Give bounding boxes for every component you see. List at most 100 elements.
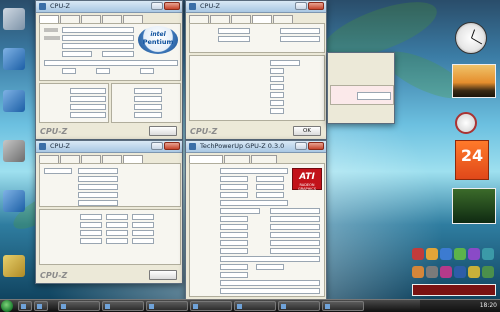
cpuz-logo: CPU-Z <box>40 127 68 136</box>
name-field <box>62 27 134 33</box>
internet-explorer-icon[interactable] <box>3 90 25 112</box>
timing-cell <box>132 214 154 220</box>
title-bar[interactable]: CPU-Z <box>186 1 326 13</box>
app-icon[interactable] <box>440 248 452 260</box>
close-button[interactable] <box>164 2 180 10</box>
taskbar-button[interactable] <box>102 301 144 311</box>
taskbar-button[interactable] <box>58 301 100 311</box>
ati-logo: ATI RADEON GRAPHICS <box>292 168 322 191</box>
action-button[interactable] <box>357 92 391 100</box>
app-icon[interactable] <box>468 248 480 260</box>
timing-cell <box>132 238 154 244</box>
clocks-panel <box>39 83 109 123</box>
close-button[interactable] <box>308 142 324 150</box>
stepping-field <box>140 68 154 74</box>
cpuz-cpu-window[interactable]: CPU-Z intel Pentium CPU-Z <box>35 0 183 140</box>
recycle-bin-icon[interactable] <box>3 48 25 70</box>
dc-mode-field <box>280 36 320 42</box>
background-window[interactable] <box>327 52 395 124</box>
app-icon[interactable] <box>426 266 438 278</box>
subvendor-field <box>270 208 320 214</box>
app-icon[interactable] <box>482 248 494 260</box>
timing-field <box>270 76 284 82</box>
revision-field <box>256 176 284 182</box>
timing-cell <box>132 222 154 228</box>
taskbar-button[interactable] <box>146 301 188 311</box>
directx-field <box>270 224 320 230</box>
cpu-meter-gadget[interactable] <box>455 112 477 134</box>
gpuz-window[interactable]: TechPowerUp GPU-Z 0.3.0 ATI RADEON GRAPH… <box>185 140 327 300</box>
taskbar-button[interactable] <box>34 301 48 311</box>
gpuz-icon <box>189 143 196 150</box>
app-icon[interactable] <box>412 266 424 278</box>
general-panel <box>189 23 325 53</box>
max-bandwidth-field <box>78 184 118 190</box>
computing-field <box>220 288 320 294</box>
title-bar[interactable]: CPU-Z <box>36 141 182 153</box>
technology-field <box>62 51 92 57</box>
calendar-gadget[interactable]: 24 <box>455 140 489 180</box>
app-icon <box>281 304 286 309</box>
title-bar[interactable]: CPU-Z <box>36 1 182 13</box>
minimize-button[interactable] <box>295 2 307 10</box>
folder-icon[interactable] <box>3 255 25 277</box>
clock-gadget[interactable] <box>455 22 487 54</box>
close-button[interactable] <box>164 142 180 150</box>
cpuz-spd-window[interactable]: CPU-Z CPU-Z <box>35 140 183 284</box>
window-title: CPU-Z <box>50 142 71 150</box>
clock-time[interactable]: 18:20 <box>480 302 497 309</box>
close-button[interactable] <box>308 2 324 10</box>
field-label <box>44 36 60 40</box>
app-icon[interactable] <box>468 266 480 278</box>
window-title: CPU-Z <box>50 2 71 10</box>
app-icon[interactable] <box>440 266 452 278</box>
control-panel-icon[interactable] <box>3 190 25 212</box>
app-icon[interactable] <box>454 266 466 278</box>
device-id-field <box>220 208 260 214</box>
minimize-button[interactable] <box>295 142 307 150</box>
timing-cell <box>80 222 102 228</box>
taskbar: 18:20 <box>0 299 500 312</box>
minute-hand <box>471 37 483 45</box>
computer-icon[interactable] <box>3 8 25 30</box>
timing-cell <box>106 222 128 228</box>
ok-button[interactable] <box>149 126 177 136</box>
processor-panel: intel Pentium <box>39 23 181 81</box>
status-panel[interactable] <box>412 284 496 296</box>
network-icon[interactable] <box>3 140 25 162</box>
type-field <box>218 28 250 34</box>
taskbar-button[interactable] <box>190 301 232 311</box>
ok-button[interactable] <box>149 270 177 280</box>
cpuz-memory-window[interactable]: CPU-Z CPU-Z OK <box>185 0 327 140</box>
taskbar-button[interactable] <box>278 301 320 311</box>
weather-gadget[interactable] <box>452 188 496 224</box>
minimize-button[interactable] <box>151 142 163 150</box>
slot-select[interactable] <box>44 168 72 174</box>
app-icon <box>325 304 330 309</box>
slideshow-gadget[interactable] <box>452 64 496 98</box>
taskbar-button[interactable] <box>18 301 32 311</box>
part-number-field <box>78 200 118 206</box>
timing-field <box>270 108 284 114</box>
cpuz-icon <box>39 143 46 150</box>
app-icon[interactable] <box>426 248 438 260</box>
start-button[interactable] <box>1 300 13 312</box>
timings-table-panel <box>39 209 181 265</box>
app-icon <box>149 304 154 309</box>
minimize-button[interactable] <box>151 2 163 10</box>
app-icon <box>21 304 26 309</box>
rops-field <box>220 216 248 222</box>
die-size-field <box>256 184 284 190</box>
app-icon[interactable] <box>454 248 466 260</box>
app-icon[interactable] <box>482 266 494 278</box>
module-size-field <box>78 176 118 182</box>
taskbar-button[interactable] <box>234 301 276 311</box>
taskbar-button[interactable] <box>322 301 364 311</box>
title-bar[interactable]: TechPowerUp GPU-Z 0.3.0 <box>186 141 326 153</box>
transistors-field <box>256 192 284 198</box>
brand-text: ATI <box>299 172 315 182</box>
ok-button[interactable]: OK <box>293 126 321 136</box>
app-icon[interactable] <box>412 248 424 260</box>
name-field <box>220 168 288 174</box>
graphics-card-panel: ATI RADEON GRAPHICS <box>189 163 325 297</box>
